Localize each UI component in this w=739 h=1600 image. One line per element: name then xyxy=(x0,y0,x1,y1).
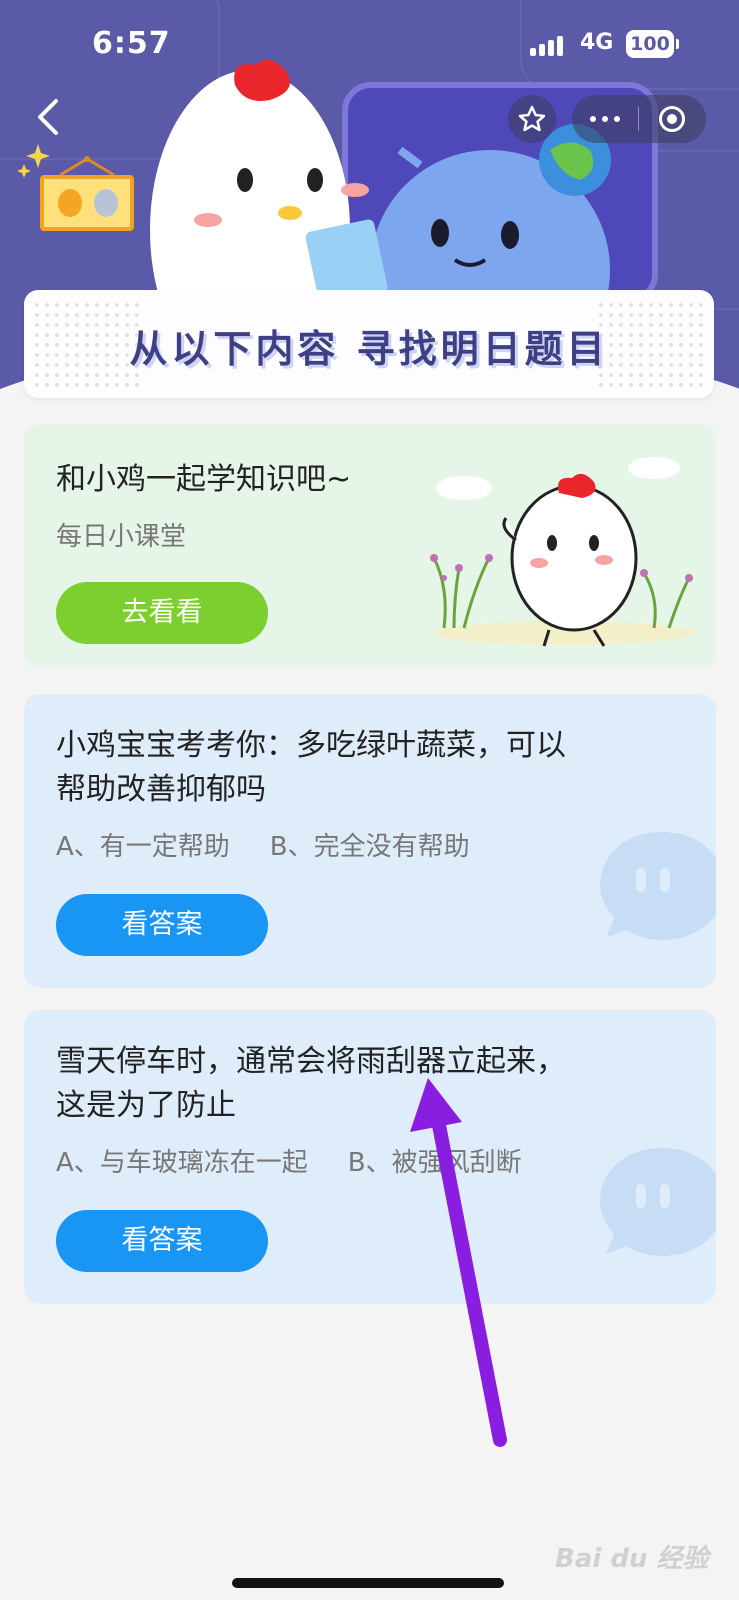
banner: 从以下内容 寻找明日题目 xyxy=(24,290,714,398)
answer-options: A、与车玻璃冻在一起 B、被强风刮断 xyxy=(56,1142,522,1179)
favorite-button[interactable] xyxy=(508,95,556,143)
mini-program-capsule xyxy=(572,95,706,143)
target-icon xyxy=(659,106,685,132)
question-text-line2: 帮助改善抑郁吗 xyxy=(56,772,266,807)
network-type: 4G xyxy=(580,30,614,55)
question-text-line2: 这是为了防止 xyxy=(56,1088,236,1123)
home-indicator[interactable] xyxy=(232,1578,504,1588)
status-time: 6:57 xyxy=(92,26,171,61)
close-button[interactable] xyxy=(639,95,705,143)
back-button[interactable] xyxy=(30,95,66,139)
star-icon xyxy=(518,105,546,132)
chat-bubble-icon xyxy=(600,1148,716,1256)
chevron-left-icon xyxy=(38,99,58,135)
ellipsis-icon xyxy=(590,116,596,122)
option-a: A、有一定帮助 xyxy=(56,832,230,862)
quiz-card: 雪天停车时，通常会将雨刮器立起来， 这是为了防止 A、与车玻璃冻在一起 B、被强风… xyxy=(24,1010,716,1304)
battery-icon: 100 xyxy=(626,30,679,58)
go-see-button[interactable]: 去看看 xyxy=(56,582,268,644)
more-button[interactable] xyxy=(572,95,638,143)
lesson-card: 和小鸡一起学知识吧~ 每日小课堂 去看看 xyxy=(24,424,716,668)
option-b: B、被强风刮断 xyxy=(347,1148,522,1178)
header-illustration xyxy=(150,60,658,300)
banner-title: 从以下内容 寻找明日题目 xyxy=(129,327,609,371)
watermark: Bai du 经验 xyxy=(555,1544,709,1574)
option-b: B、完全没有帮助 xyxy=(269,832,470,862)
view-answer-button[interactable]: 看答案 xyxy=(56,1210,268,1272)
badge-frame-icon[interactable] xyxy=(40,155,134,235)
answer-options: A、有一定帮助 B、完全没有帮助 xyxy=(56,826,470,863)
status-bar: 6:57 4G 100 xyxy=(0,0,739,90)
quiz-card: 小鸡宝宝考考你：多吃绿叶蔬菜，可以 帮助改善抑郁吗 A、有一定帮助 B、完全没有帮… xyxy=(24,694,716,988)
lesson-card-title: 和小鸡一起学知识吧~ xyxy=(56,462,352,497)
lesson-card-subtitle: 每日小课堂 xyxy=(56,522,187,552)
chicken-illustration xyxy=(430,457,694,647)
signal-icon xyxy=(530,36,564,56)
question-text-line1: 小鸡宝宝考考你：多吃绿叶蔬菜，可以 xyxy=(56,728,566,763)
chat-bubble-icon xyxy=(600,832,716,940)
question-text-line1: 雪天停车时，通常会将雨刮器立起来， xyxy=(56,1044,566,1079)
view-answer-button[interactable]: 看答案 xyxy=(56,894,268,956)
option-a: A、与车玻璃冻在一起 xyxy=(56,1148,308,1178)
